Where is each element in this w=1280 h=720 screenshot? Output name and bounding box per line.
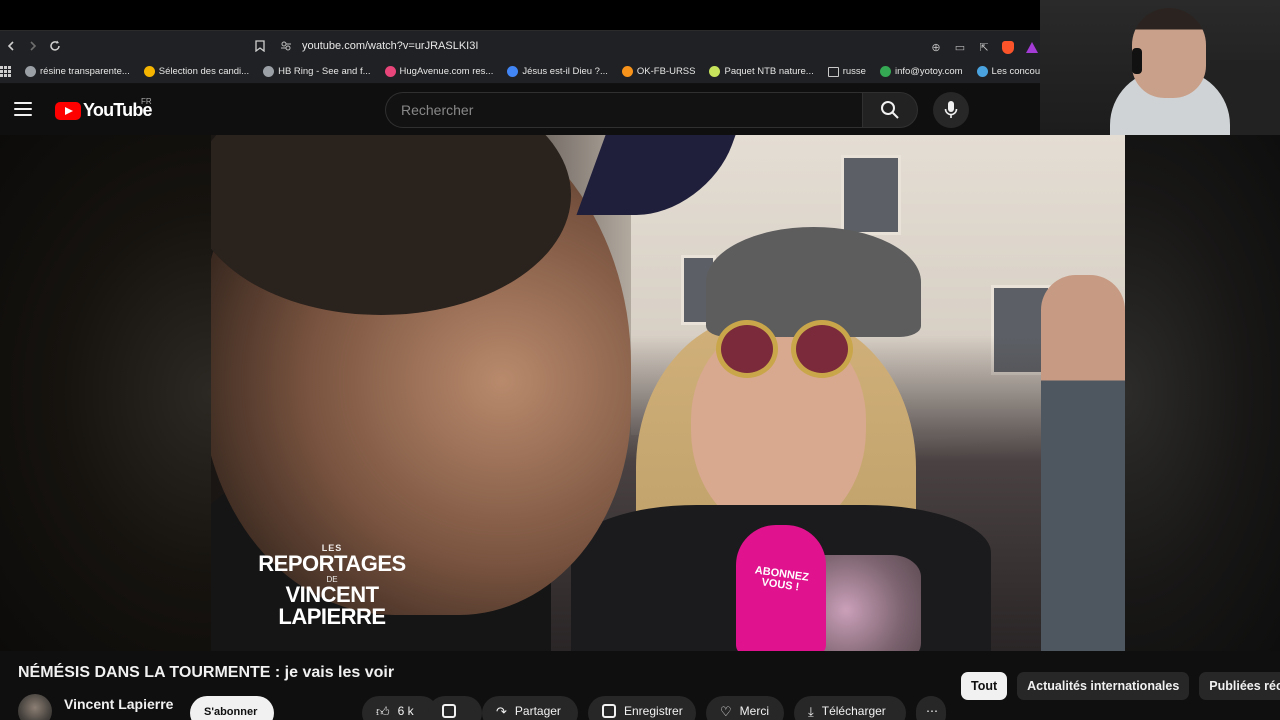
bookmark-item[interactable]: résine transparente...	[25, 66, 130, 77]
download-label: Télécharger	[821, 704, 886, 718]
bookmark-item[interactable]: HB Ring - See and f...	[263, 66, 371, 77]
bookmark-label: OK-FB-URSS	[636, 66, 696, 77]
search-icon	[881, 101, 899, 119]
globe-icon	[263, 66, 275, 77]
bookmark-label: HugAvenue.com res...	[399, 66, 494, 77]
cast-icon[interactable]: ▭	[952, 39, 968, 55]
site-settings-icon[interactable]	[278, 38, 294, 54]
bookmark-label: Sélection des candi...	[158, 66, 250, 77]
brave-shield-icon[interactable]	[1000, 39, 1016, 55]
video-player[interactable]: ABONNEZ VOUS ! LES REPORTAGES DE VINCENT…	[211, 135, 1125, 651]
bookmark-item[interactable]: Les concours d'aute...	[976, 66, 1040, 77]
bookmark-label: Paquet NTB nature...	[724, 66, 814, 77]
bookmark-star-icon[interactable]	[252, 38, 268, 54]
apps-grid-icon[interactable]	[0, 64, 11, 80]
search-input[interactable]	[401, 102, 863, 118]
bookmark-label: Les concours d'aute...	[991, 66, 1040, 77]
related-filter-chips: Tout Actualités internationales Publiées…	[961, 672, 1280, 702]
bookmark-label: résine transparente...	[40, 66, 130, 77]
globe-icon	[507, 66, 519, 77]
bookmark-item[interactable]: Sélection des candi...	[143, 66, 250, 77]
heart-dollar-icon: ♡	[720, 704, 732, 719]
download-icon: ⤓	[808, 704, 814, 719]
more-actions-button[interactable]: ⋯	[916, 696, 946, 720]
video-player-area: ABONNEZ VOUS ! LES REPORTAGES DE VINCENT…	[0, 135, 1280, 651]
back-icon[interactable]	[0, 35, 22, 57]
channel-name[interactable]: Vincent Lapierre	[64, 696, 173, 712]
window-top-strip	[0, 0, 1040, 30]
bookmark-item[interactable]: russe	[827, 66, 866, 77]
search-button[interactable]	[862, 92, 918, 128]
more-horiz-icon: ⋯	[926, 704, 938, 718]
thumbs-up-icon: 👍︎	[376, 704, 390, 719]
page-icon	[143, 66, 155, 77]
share-icon[interactable]: ⇱	[976, 39, 992, 55]
browser-toolbar: youtube.com/watch?v=urJRASLKI3I ⊕ ▭ ⇱	[0, 30, 1040, 60]
youtube-logo[interactable]: YouTube	[55, 100, 153, 121]
globe-icon	[25, 66, 36, 77]
thanks-label: Merci	[739, 704, 769, 718]
program-logo: LES REPORTAGES DE VINCENT LAPIERRE	[257, 543, 407, 628]
bookmarks-list: résine transparente... Sélection des cand…	[25, 66, 1040, 77]
chip-recently-uploaded[interactable]: Publiées récemment	[1199, 672, 1280, 700]
program-logo-line2: VINCENT LAPIERRE	[278, 582, 386, 629]
save-button[interactable]: Enregistrer	[588, 696, 696, 720]
bookmark-label: Jésus est-il Dieu ?...	[522, 66, 608, 77]
chip-world-news[interactable]: Actualités internationales	[1017, 672, 1190, 700]
search-box	[385, 92, 863, 128]
microphone-icon	[944, 101, 958, 118]
video-frame-bystander	[1041, 275, 1125, 651]
folder-icon	[827, 66, 839, 77]
ambient-glow-left	[0, 135, 211, 651]
subscribe-button[interactable]: S'abonner	[190, 696, 274, 720]
reload-icon[interactable]	[44, 35, 66, 57]
ambient-glow-right	[1125, 135, 1280, 651]
save-playlist-icon	[602, 704, 616, 718]
youtube-play-icon	[55, 101, 81, 120]
download-button[interactable]: ⤓ Télécharger	[794, 696, 906, 720]
url-text[interactable]: youtube.com/watch?v=urJRASLKI3I	[302, 40, 478, 52]
share-label: Partager	[514, 704, 561, 718]
share-button[interactable]: ↷ Partager	[482, 696, 578, 720]
bookmark-item[interactable]: Jésus est-il Dieu ?...	[507, 66, 608, 77]
bookmark-label: info@yotoy.com	[894, 66, 963, 77]
bookmark-item[interactable]: HugAvenue.com res...	[384, 66, 494, 77]
bookmark-item[interactable]: Paquet NTB nature...	[709, 66, 814, 77]
save-label: Enregistrer	[624, 704, 683, 718]
webcam-overlay	[1040, 0, 1280, 136]
image-icon	[976, 66, 988, 77]
bookmarks-bar: résine transparente... Sélection des cand…	[0, 60, 1040, 84]
address-bar[interactable]: youtube.com/watch?v=urJRASLKI3I ⊕ ▭ ⇱	[252, 35, 1042, 57]
region-code: FR	[141, 97, 152, 106]
like-count: 6 k	[397, 704, 414, 718]
thumbs-down-icon	[442, 704, 456, 718]
bookmark-label: russe	[842, 66, 866, 77]
thanks-button[interactable]: ♡ Merci	[706, 696, 784, 720]
chip-all[interactable]: Tout	[961, 672, 1008, 700]
channel-row: Vincent Lapierre S'abonner 👍︎ 6 k ↷ Part…	[18, 692, 958, 720]
youtube-header: YouTube FR	[0, 85, 1040, 135]
zoom-icon[interactable]: ⊕	[928, 39, 944, 55]
heart-icon	[384, 66, 396, 77]
bitcoin-icon	[621, 66, 633, 77]
star-icon	[709, 66, 721, 77]
dislike-button[interactable]	[428, 696, 482, 720]
like-button[interactable]: 👍︎ 6 k	[362, 696, 438, 720]
program-logo-de: DE	[326, 575, 338, 584]
share-arrow-icon: ↷	[496, 704, 507, 719]
voice-search-button[interactable]	[933, 92, 969, 128]
bookmark-item[interactable]: info@yotoy.com	[879, 66, 963, 77]
menu-icon[interactable]	[14, 102, 32, 116]
program-logo-top: LES	[321, 543, 343, 553]
globe-icon	[879, 66, 891, 77]
bookmark-label: HB Ring - See and f...	[278, 66, 371, 77]
program-logo-line1: REPORTAGES	[258, 551, 406, 576]
forward-icon[interactable]	[22, 35, 44, 57]
bookmark-item[interactable]: OK-FB-URSS	[621, 66, 696, 77]
brave-rewards-icon[interactable]	[1024, 39, 1040, 55]
channel-avatar[interactable]	[18, 694, 52, 720]
screen: youtube.com/watch?v=urJRASLKI3I ⊕ ▭ ⇱ ré…	[0, 0, 1280, 720]
address-bar-actions: ⊕ ▭ ⇱	[928, 39, 1040, 55]
video-title: NÉMÉSIS DANS LA TOURMENTE : je vais les …	[18, 664, 395, 681]
